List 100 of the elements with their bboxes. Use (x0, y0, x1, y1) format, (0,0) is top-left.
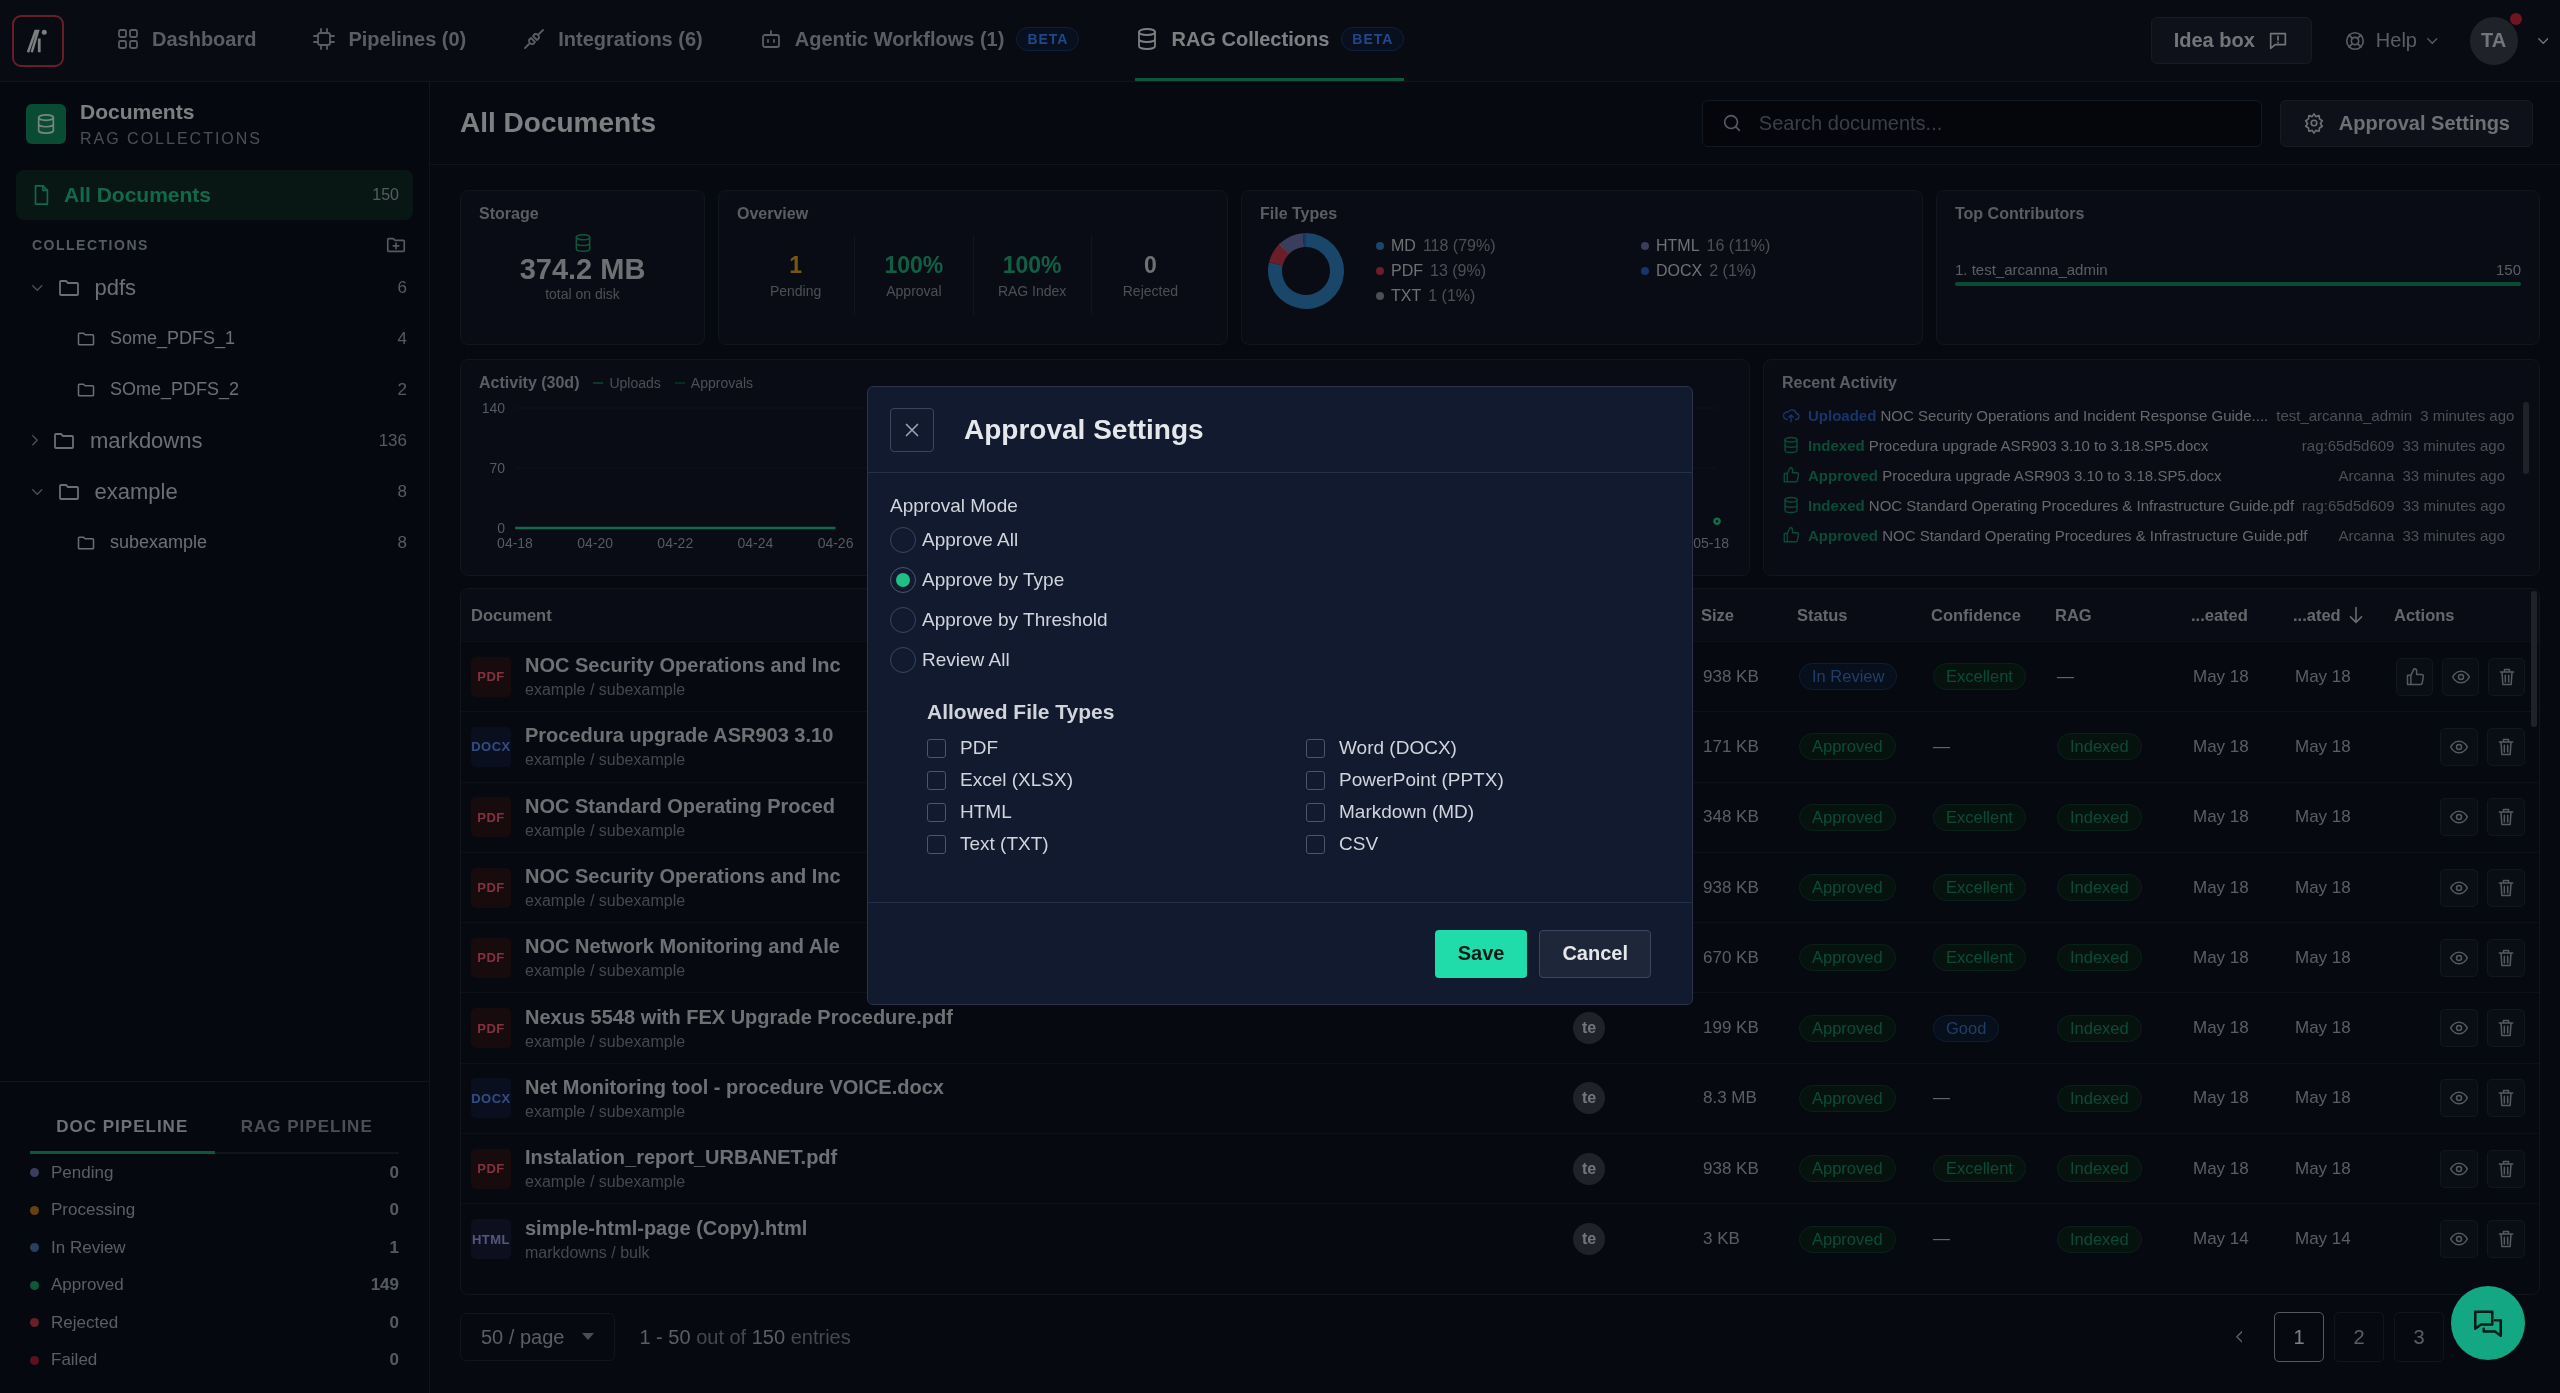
rag-badge: Indexed (2057, 1155, 2142, 1183)
document-name[interactable]: NOC Network Monitoring and Ale (525, 935, 840, 959)
section-label: COLLECTIONS (32, 237, 149, 253)
column-header[interactable]: Document (471, 605, 552, 625)
settings-icon (2302, 112, 2325, 134)
page-size-select[interactable]: 50 / page (460, 1313, 616, 1361)
radio-option[interactable]: Approve by Threshold (890, 600, 1108, 640)
uploader-avatar: te (1573, 1082, 1605, 1115)
view-button[interactable] (2440, 938, 2478, 977)
column-header[interactable]: Actions (2394, 605, 2455, 625)
pipeline-tab[interactable]: RAG PIPELINE (214, 1102, 399, 1154)
checkbox-option[interactable]: PDF (927, 732, 1306, 764)
checkbox-option[interactable]: Text (TXT) (927, 828, 1306, 860)
column-header[interactable]: RAG (2055, 605, 2092, 625)
storage-value: 374.2 MB (519, 253, 646, 286)
activity-actor: rag:65d5d609 (2301, 436, 2395, 454)
delete-button[interactable] (2487, 727, 2525, 766)
collection-item[interactable]: example 8 (0, 466, 429, 517)
card-title: Top Contributors (1955, 205, 2086, 223)
delete-button[interactable] (2487, 1079, 2525, 1118)
document-name[interactable]: simple-html-page (Copy).html (525, 1216, 808, 1240)
view-button[interactable] (2442, 657, 2479, 696)
uploader-avatar: te (1573, 1223, 1605, 1255)
view-button[interactable] (2440, 1009, 2478, 1048)
delete-button[interactable] (2487, 868, 2525, 907)
idea-box-button[interactable]: Idea box (2150, 17, 2312, 64)
delete-button[interactable] (2488, 657, 2525, 696)
view-button[interactable] (2440, 798, 2478, 837)
search-field[interactable]: Search documents... (1701, 99, 2262, 147)
document-name[interactable]: Instalation_report_URBANET.pdf (525, 1146, 838, 1170)
pipeline-tab[interactable]: DOC PIPELINE (30, 1102, 215, 1154)
chevron-right-icon[interactable] (32, 435, 38, 446)
page-button[interactable]: 3 (2394, 1312, 2444, 1362)
column-header[interactable]: ...eated (2191, 605, 2248, 625)
checkbox[interactable] (927, 834, 946, 854)
delete-button[interactable] (2487, 798, 2525, 837)
approve-button[interactable] (2396, 657, 2433, 696)
checkbox[interactable] (927, 802, 946, 822)
view-button[interactable] (2440, 1079, 2478, 1118)
approval-settings-button[interactable]: Approval Settings (2279, 99, 2533, 147)
radio-option[interactable]: Approve All (890, 520, 1019, 560)
collection-item[interactable]: subexample 8 (0, 517, 429, 568)
search-input[interactable]: Search documents... (1756, 110, 2243, 136)
delete-button[interactable] (2487, 938, 2525, 977)
rag-badge: Indexed (2057, 733, 2142, 761)
nav-tab[interactable]: Dashboard (116, 0, 257, 81)
view-button[interactable] (2440, 868, 2478, 907)
column-header[interactable]: Confidence (1931, 605, 2021, 625)
chevron-down-icon[interactable] (32, 488, 43, 495)
nav-tab[interactable]: Agentic Workflows (1) BETA (758, 0, 1080, 81)
document-name[interactable]: Nexus 5548 with FEX Upgrade Procedure.pdf (525, 1005, 953, 1029)
save-button[interactable]: Save (1434, 929, 1528, 978)
checkbox[interactable] (1306, 770, 1325, 790)
nav-tab[interactable]: Pipelines (0) (312, 0, 467, 81)
chevron-down-icon[interactable] (32, 284, 43, 291)
checkbox-option[interactable]: Markdown (MD) (1306, 796, 1670, 828)
logo-icon[interactable] (12, 14, 64, 67)
document-name[interactable]: Net Monitoring tool - procedure VOICE.docx (525, 1075, 944, 1099)
nav-tab[interactable]: Integrations (6) (522, 0, 703, 81)
delete-button[interactable] (2487, 1009, 2525, 1048)
view-button[interactable] (2440, 1149, 2478, 1188)
collection-item[interactable]: Some_PDFS_1 4 (0, 313, 429, 364)
document-name[interactable]: Procedura upgrade ASR903 3.10 (525, 724, 834, 748)
document-name[interactable]: NOC Security Operations and Inc (525, 865, 841, 889)
view-button[interactable] (2440, 727, 2478, 766)
view-button[interactable] (2440, 1220, 2478, 1258)
checkbox-option[interactable]: Word (DOCX) (1306, 732, 1670, 764)
help-menu[interactable]: Help (2331, 29, 2450, 52)
scrollbar[interactable] (2531, 591, 2537, 727)
checkbox-option[interactable]: Excel (XLSX) (927, 764, 1306, 796)
checkbox-option[interactable]: HTML (927, 796, 1306, 828)
delete-button[interactable] (2487, 1220, 2525, 1258)
checkbox[interactable] (927, 770, 946, 790)
column-header[interactable]: ...ated (2293, 605, 2341, 625)
checkbox[interactable] (1306, 738, 1325, 758)
document-name[interactable]: NOC Standard Operating Proced (525, 794, 836, 818)
document-name[interactable]: NOC Security Operations and Inc (525, 654, 841, 678)
checkbox[interactable] (927, 738, 946, 758)
cancel-button[interactable]: Cancel (1539, 929, 1651, 978)
radio-option[interactable]: Approve by Type (890, 560, 1065, 600)
column-header[interactable]: Status (1797, 605, 1848, 625)
nav-tab[interactable]: RAG Collections BETA (1135, 0, 1405, 81)
radio-option[interactable]: Review All (890, 640, 1010, 680)
checkbox-option[interactable]: PowerPoint (PPTX) (1306, 764, 1670, 796)
checkbox[interactable] (1306, 802, 1325, 822)
status-badge: Approved (1799, 944, 1896, 972)
collection-item[interactable]: pdfs 6 (0, 262, 429, 313)
all-documents-item[interactable]: All Documents 150 (16, 170, 413, 220)
rag-badge: Indexed (2057, 1084, 2142, 1112)
checkbox-option[interactable]: CSV (1306, 828, 1670, 860)
page-button[interactable]: 2 (2334, 1312, 2384, 1362)
document-path: example / subexample (525, 821, 687, 840)
close-button[interactable] (890, 407, 934, 452)
column-header[interactable]: Size (1701, 605, 1735, 625)
collection-item[interactable]: SOme_PDFS_2 2 (0, 364, 429, 415)
page-button[interactable]: 1 (2274, 1312, 2324, 1362)
checkbox[interactable] (1306, 834, 1325, 854)
chevron-down-icon (2427, 37, 2438, 44)
delete-button[interactable] (2487, 1149, 2525, 1188)
collection-item[interactable]: markdowns 136 (0, 415, 429, 466)
